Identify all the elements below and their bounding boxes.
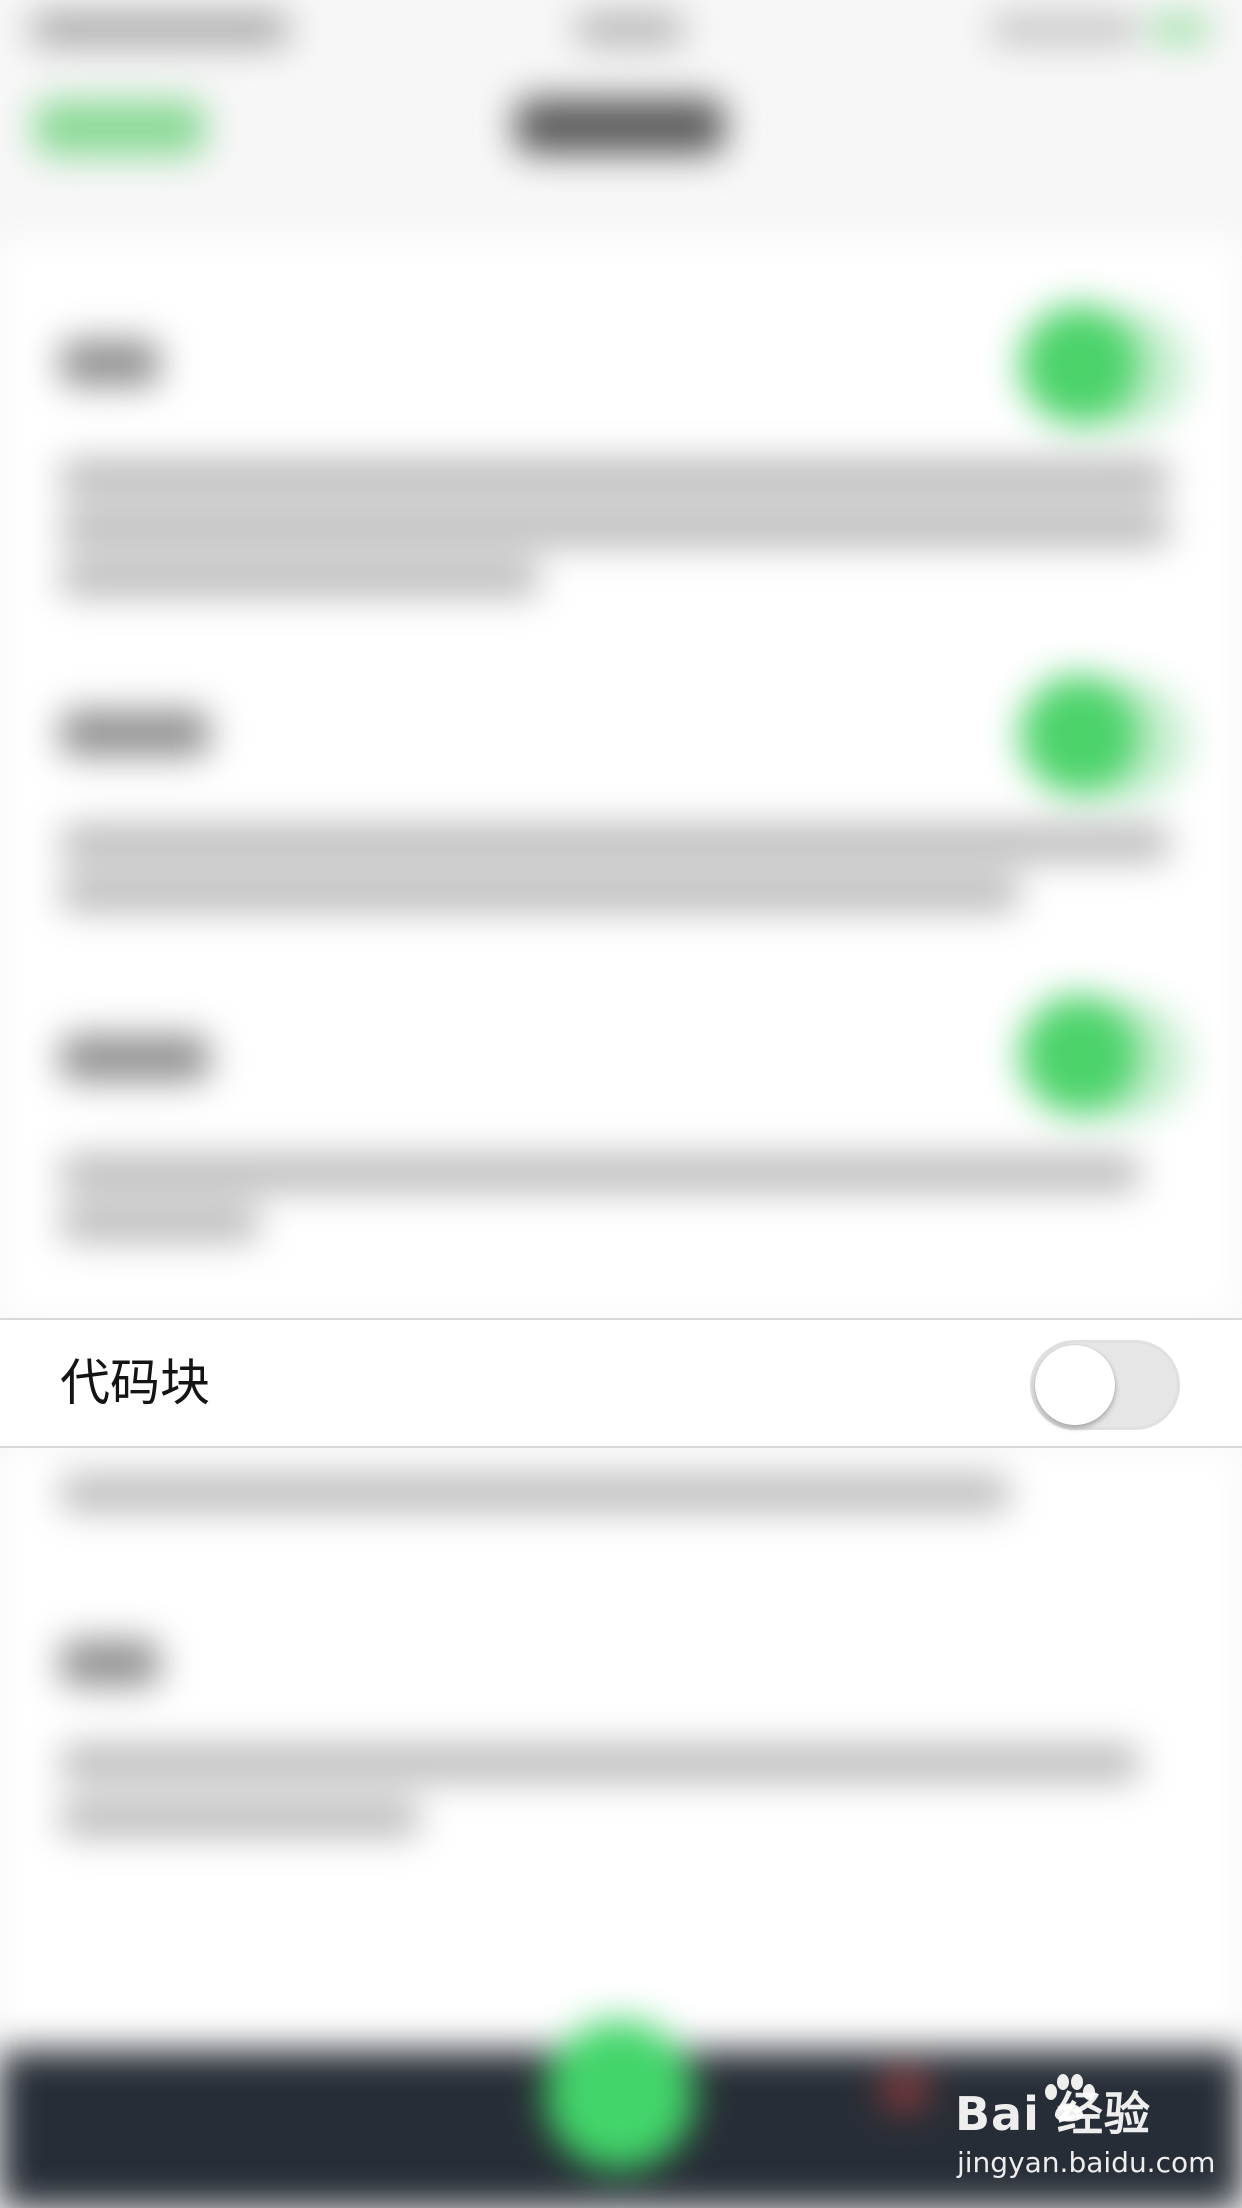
nav-back-button [35,100,205,156]
watermark-url: jingyan.baidu.com [957,2146,1216,2179]
code-block-toggle[interactable] [1030,1340,1180,1430]
setting-description [60,825,1170,861]
setting-title [60,340,160,386]
status-bar-indicators [990,14,1140,44]
battery-icon [1150,14,1210,44]
setting-description [60,1205,260,1241]
setting-description [60,1155,1140,1191]
setting-description [60,460,1170,496]
toggle-knob [1020,305,1140,425]
bottom-action-button [545,2020,695,2170]
paw-icon [1045,2074,1095,2122]
code-block-setting-row[interactable]: 代码块 [0,1318,1242,1448]
setting-description [60,1475,1010,1511]
setting-title [60,1035,210,1081]
setting-title [60,710,210,756]
status-bar-carrier [30,12,290,46]
setting-title [60,1640,160,1686]
code-block-label: 代码块 [60,1354,210,1412]
baidu-jingyan-watermark: Bai 经验 jingyan.baidu.com [955,2074,1215,2188]
setting-description [60,560,540,596]
toggle-knob [1020,675,1140,795]
setting-description [60,875,1020,911]
blurred-background [0,0,1242,2208]
setting-description [60,1800,420,1836]
setting-description [60,510,1170,546]
nav-title [515,98,725,154]
bottom-indicator [880,2070,930,2110]
status-bar-time [575,12,685,46]
setting-description [60,1745,1140,1781]
toggle-knob [1020,995,1140,1115]
toggle-knob [1035,1345,1115,1425]
